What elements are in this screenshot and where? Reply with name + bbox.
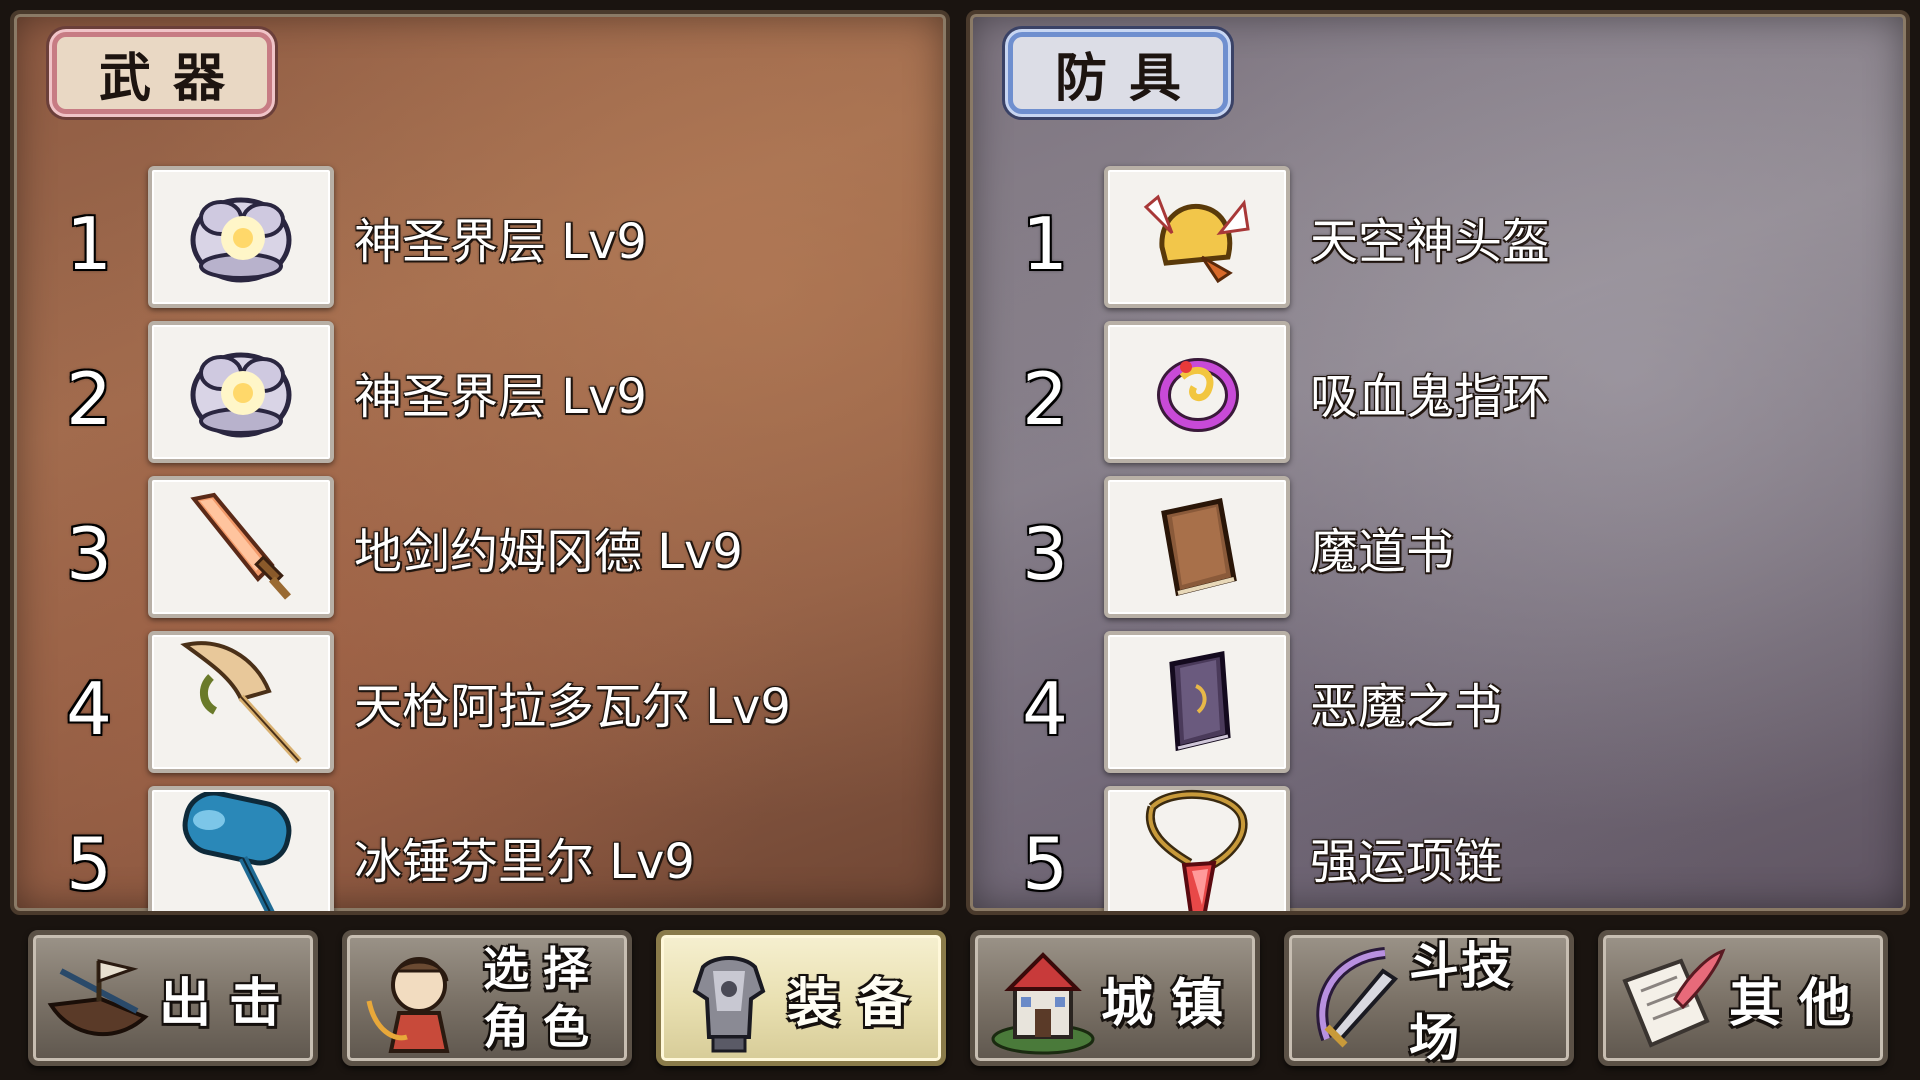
armor-name: 吸血鬼指环: [1310, 369, 1551, 425]
weapon-name: 神圣界层 Lv9: [354, 214, 647, 270]
weapon-slot-2[interactable]: 2 神圣界层 Lv9: [14, 315, 946, 467]
armor-panel: 防具 1 天空神头盔 2 吸血鬼指环 3 魔道书 4 恶魔之书 5 强运项链: [966, 10, 1910, 915]
armor-slot-2[interactable]: 2 吸血鬼指环: [970, 315, 1906, 467]
scroll-quill-icon: [1611, 941, 1729, 1059]
winged-helmet-icon: [1104, 166, 1290, 308]
arena-label: 斗技场: [1409, 937, 1513, 1067]
castle-icon: [983, 941, 1101, 1059]
sky-spear-icon: [148, 631, 334, 773]
holy-orb-icon: [148, 166, 334, 308]
slot-number: 5: [66, 822, 112, 906]
armor-panel-title: 防具: [1008, 32, 1228, 114]
holy-orb-icon: [148, 321, 334, 463]
weapon-name: 地剑约姆冈德 Lv9: [354, 524, 743, 580]
slot-number: 2: [1022, 357, 1068, 441]
armor-name: 恶魔之书: [1310, 679, 1503, 735]
slot-number: 4: [66, 667, 112, 751]
select-character-label: 选择 角色: [483, 942, 603, 1054]
weapon-slot-4[interactable]: 4 天枪阿拉多瓦尔 Lv9: [14, 625, 946, 777]
sortie-label: 出击: [158, 973, 299, 1034]
armor-name: 强运项链: [1310, 834, 1503, 890]
character-icon: [355, 941, 473, 1059]
arena-button[interactable]: 斗技场: [1284, 930, 1574, 1067]
weapons-panel: 武器 1 神圣界层 Lv9 2 神圣界层 Lv9 3 地剑约姆冈德 Lv9 4 …: [10, 10, 950, 915]
town-button[interactable]: 城镇: [970, 930, 1260, 1066]
armor-name: 天空神头盔: [1310, 214, 1551, 270]
weapon-slot-3[interactable]: 3 地剑约姆冈德 Lv9: [14, 470, 946, 622]
magic-book-icon: [1104, 476, 1290, 618]
armor-slot-1[interactable]: 1 天空神头盔: [970, 160, 1906, 312]
slot-number: 4: [1022, 667, 1068, 751]
earth-sword-icon: [148, 476, 334, 618]
weapon-name: 冰锤芬里尔 Lv9: [354, 834, 695, 890]
weapon-slot-1[interactable]: 1 神圣界层 Lv9: [14, 160, 946, 312]
slot-number: 5: [1022, 822, 1068, 906]
weapon-name: 神圣界层 Lv9: [354, 369, 647, 425]
other-button[interactable]: 其他: [1598, 930, 1888, 1066]
weapons-panel-title: 武器: [52, 32, 272, 114]
armor-icon: [669, 941, 787, 1059]
town-label: 城镇: [1100, 973, 1241, 1034]
demon-book-icon: [1104, 631, 1290, 773]
ice-hammer-icon: [148, 786, 334, 911]
weapon-name: 天枪阿拉多瓦尔 Lv9: [354, 679, 791, 735]
slot-number: 3: [66, 512, 112, 596]
other-label: 其他: [1728, 973, 1869, 1034]
sortie-button[interactable]: 出击: [28, 930, 318, 1066]
armor-slot-3[interactable]: 3 魔道书: [970, 470, 1906, 622]
slot-number: 1: [1022, 202, 1068, 286]
slot-number: 3: [1022, 512, 1068, 596]
armor-slot-5[interactable]: 5 强运项链: [970, 780, 1906, 911]
armor-slot-4[interactable]: 4 恶魔之书: [970, 625, 1906, 777]
weapon-slot-5[interactable]: 5 冰锤芬里尔 Lv9: [14, 780, 946, 911]
equipment-label: 装备: [786, 973, 927, 1034]
equipment-button[interactable]: 装备: [656, 930, 946, 1066]
vampire-ring-icon: [1104, 321, 1290, 463]
airship-icon: [41, 941, 159, 1059]
armor-name: 魔道书: [1310, 524, 1455, 580]
select-character-button[interactable]: 选择 角色: [342, 930, 632, 1066]
slot-number: 1: [66, 202, 112, 286]
sword-scythe-icon: [1297, 941, 1415, 1059]
slot-number: 2: [66, 357, 112, 441]
luck-necklace-icon: [1104, 786, 1290, 911]
bottom-nav-bar: 出击 选择 角色 装备 城镇 斗技场 其他: [0, 920, 1920, 1080]
